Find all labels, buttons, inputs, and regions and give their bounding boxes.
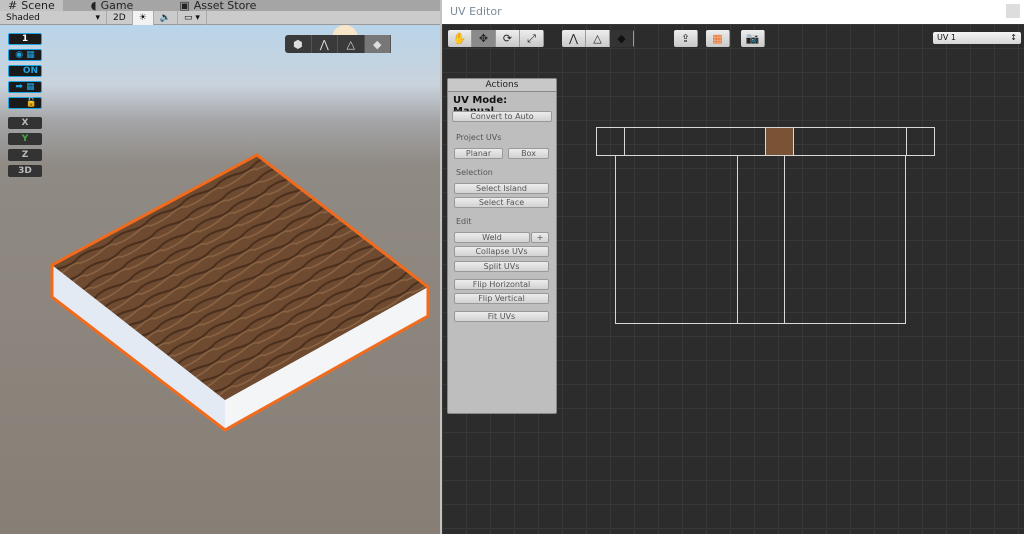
element-mode-group: ⋀ △ ◆ — [562, 30, 634, 47]
draw-mode-dropdown[interactable]: Shaded ▾ — [0, 10, 107, 25]
toggle-2d-button[interactable]: 2D — [107, 10, 133, 25]
close-icon[interactable] — [1006, 4, 1020, 18]
lighting-icon[interactable]: ☀ — [132, 10, 154, 25]
flip-vertical-button[interactable]: Flip Vertical — [454, 293, 549, 304]
top-face — [52, 155, 428, 400]
project-uvs-label: Project UVs — [456, 133, 502, 142]
export-button[interactable]: ⇪ — [674, 30, 698, 47]
split-uvs-button[interactable]: Split UVs — [454, 261, 549, 272]
dropdown-arrow-icon: ▾ — [95, 12, 100, 23]
select-island-button[interactable]: Select Island — [454, 183, 549, 194]
flip-horizontal-button[interactable]: Flip Horizontal — [454, 279, 549, 290]
3d-viewport[interactable]: 1 ◉ ▦ ON ➡ ▦ 🔓 X Y Z 3D ⬢ ⋀ △ ◆ — [0, 25, 440, 534]
edge-mode-icon[interactable]: △ — [586, 30, 610, 47]
weld-options-button[interactable]: + — [531, 232, 549, 243]
actions-panel: Actions UV Mode: Manual Convert to Auto … — [447, 78, 557, 414]
select-face-button[interactable]: Select Face — [454, 197, 549, 208]
dropdown-arrow-icon: ↕ — [1010, 33, 1017, 42]
tab-scene[interactable]: # Scene — [0, 0, 63, 11]
grid-icon: # — [8, 0, 18, 12]
bag-icon: ▣ — [179, 0, 190, 12]
edit-label: Edit — [456, 217, 472, 226]
brick-icon: ▦ — [706, 30, 730, 47]
fit-uvs-button[interactable]: Fit UVs — [454, 311, 549, 322]
pacman-icon: ◖ — [90, 0, 97, 12]
selection-label: Selection — [456, 168, 493, 177]
mesh-box[interactable] — [0, 25, 440, 534]
scene-view: # Scene ◖ Game ▣ Asset Store Shaded ▾ 2D ☀ 🔈… — [0, 0, 440, 534]
rotate-icon[interactable]: ⟳ — [496, 30, 520, 47]
convert-to-auto-button[interactable]: Convert to Auto — [452, 111, 552, 122]
tab-asset-store[interactable]: ▣ Asset Store — [171, 0, 264, 11]
effects-icon[interactable]: ▭ ▾ — [178, 10, 207, 25]
audio-icon[interactable]: 🔈 — [154, 10, 178, 25]
move-icon[interactable]: ✥ — [472, 30, 496, 47]
uv-channel-dropdown[interactable]: UV 1 ↕ — [933, 32, 1021, 44]
hand-icon[interactable]: ✋ — [448, 30, 472, 47]
scale-icon[interactable]: ⤢ — [520, 30, 544, 47]
tab-game[interactable]: ◖ Game — [83, 0, 142, 11]
tab-bar: # Scene ◖ Game ▣ Asset Store — [0, 0, 440, 11]
box-button[interactable]: Box — [508, 148, 549, 159]
export-icon: ⇪ — [674, 30, 698, 47]
uv-editor-window: UV Editor ✋ ✥ ⟳ ⤢ ⋀ △ ◆ ⇪ ▦ 📷 UV 1 ↕ Actions U… — [442, 0, 1024, 534]
screenshot-button[interactable]: 📷 — [741, 30, 765, 47]
tool-group: ✋ ✥ ⟳ ⤢ — [448, 30, 544, 47]
planar-button[interactable]: Planar — [454, 148, 503, 159]
vertex-mode-icon[interactable]: ⋀ — [562, 30, 586, 47]
actions-header: Actions — [448, 79, 556, 92]
collapse-uvs-button[interactable]: Collapse UVs — [454, 246, 549, 257]
weld-button[interactable]: Weld — [454, 232, 530, 243]
uv-editor-title: UV Editor — [442, 0, 1024, 24]
face-mode-icon[interactable]: ◆ — [610, 30, 634, 47]
scene-toolbar: Shaded ▾ 2D ☀ 🔈 ▭ ▾ — [0, 10, 440, 25]
camera-icon: 📷 — [741, 30, 765, 47]
texture-preview-button[interactable]: ▦ — [706, 30, 730, 47]
